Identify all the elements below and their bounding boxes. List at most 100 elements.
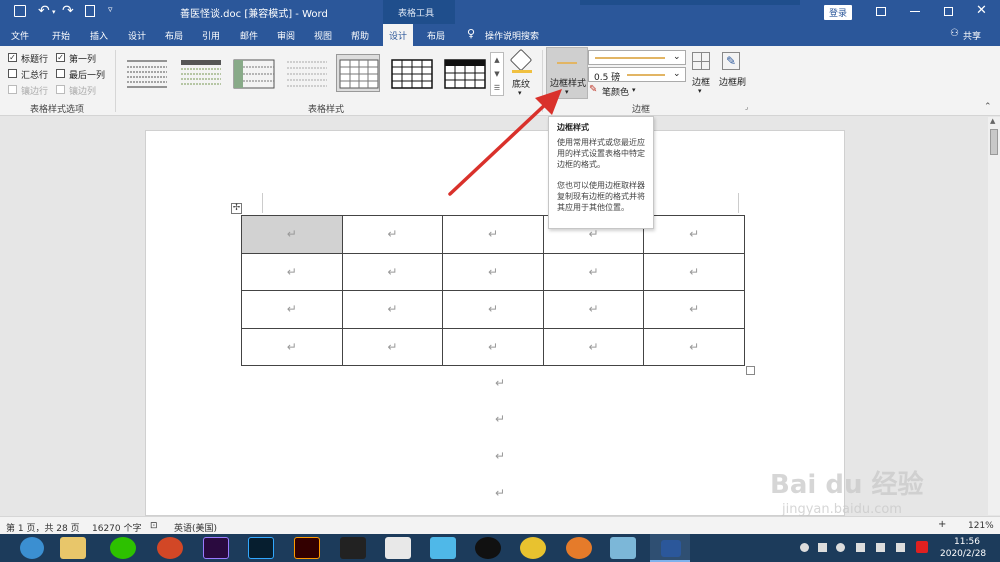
zoom-in-icon[interactable]: +	[938, 519, 946, 530]
first-column-checkbox[interactable]: ✓	[56, 53, 65, 62]
restore-icon[interactable]	[944, 7, 953, 16]
table-cell[interactable]: ↵	[542, 290, 645, 329]
table-style-thumb-6[interactable]	[389, 54, 433, 92]
title-search-box[interactable]	[580, 0, 800, 5]
pen-weight-value: 0.5 磅	[594, 73, 621, 83]
notes-icon[interactable]	[610, 537, 636, 559]
file-explorer-icon[interactable]	[60, 537, 86, 559]
video-editor-icon[interactable]	[340, 537, 366, 559]
banded-columns-checkbox[interactable]	[56, 85, 65, 94]
redo-icon[interactable]: ↷	[62, 3, 74, 19]
tab-design-doc[interactable]: 设计	[128, 29, 146, 42]
table-cell[interactable]: ↵	[442, 252, 544, 291]
tell-me-search[interactable]: 操作说明搜索	[485, 29, 539, 42]
login-button[interactable]: 登录	[824, 5, 853, 20]
table-style-thumb-4[interactable]	[284, 54, 328, 92]
premiere-icon[interactable]	[203, 537, 229, 559]
pen-weight-select[interactable]: 0.5 磅 ⌄	[588, 67, 686, 83]
clock-time[interactable]: 11:56	[954, 537, 980, 547]
tab-home[interactable]: 开始	[52, 29, 70, 42]
table-cell[interactable]: ↵	[542, 252, 645, 291]
ribbon-display-icon[interactable]	[876, 7, 886, 16]
pen-color-button[interactable]: ✎ 笔颜色 ▾	[588, 84, 646, 98]
table-cell[interactable]: ↵	[442, 215, 544, 254]
tray-icon[interactable]	[836, 543, 845, 552]
table-cell[interactable]: ↵	[643, 252, 745, 291]
line-style-select[interactable]: ⌄	[588, 50, 686, 65]
zoom-level[interactable]: 121%	[968, 521, 994, 531]
tab-file[interactable]: 文件	[11, 29, 29, 42]
sogou-ime-icon[interactable]	[916, 541, 928, 553]
table-cell[interactable]: ↵	[341, 252, 444, 291]
table-cell[interactable]: ↵	[241, 290, 343, 329]
language-indicator[interactable]: 英语(美国)	[174, 521, 217, 534]
table-style-thumb-3[interactable]	[231, 54, 275, 92]
word-table[interactable]: ↵ ↵ ↵ ↵ ↵ ↵ ↵ ↵ ↵ ↵ ↵ ↵ ↵ ↵ ↵ ↵ ↵ ↵ ↵ ↵	[241, 215, 745, 366]
proofing-icon[interactable]: ⊡	[150, 521, 158, 531]
tab-insert[interactable]: 插入	[90, 29, 108, 42]
page-count[interactable]: 第 1 页，共 28 页	[6, 521, 80, 534]
scroll-thumb[interactable]	[990, 129, 998, 155]
table-cell[interactable]: ↵	[241, 252, 343, 291]
photoshop-icon[interactable]	[248, 537, 274, 559]
share-button[interactable]: 共享	[963, 29, 981, 42]
header-row-checkbox[interactable]: ✓	[8, 53, 17, 62]
vertical-scrollbar[interactable]: ▲	[988, 117, 1000, 515]
table-cell[interactable]: ↵	[341, 290, 444, 329]
table-resize-handle[interactable]	[746, 366, 755, 375]
browser-icon[interactable]	[566, 537, 592, 559]
start-icon[interactable]	[20, 537, 44, 559]
borders-button[interactable]: 边框 ▾	[690, 50, 714, 96]
network-icon[interactable]	[856, 543, 865, 552]
border-painter-button[interactable]: ✎ 边框刷	[718, 50, 748, 96]
close-icon[interactable]: ✕	[976, 3, 987, 18]
app-icon-red-green[interactable]	[385, 537, 411, 559]
undo-dropdown-icon[interactable]: ▾	[52, 8, 56, 16]
table-cell[interactable]: ↵	[643, 327, 745, 366]
table-style-thumb-2[interactable]	[178, 54, 222, 92]
tab-mailings[interactable]: 邮件	[240, 29, 258, 42]
app-icon-blue[interactable]	[430, 537, 456, 559]
save-icon[interactable]	[14, 5, 26, 17]
table-cell[interactable]: ↵	[643, 215, 745, 254]
tray-icon[interactable]	[800, 543, 809, 552]
table-cell[interactable]: ↵	[241, 215, 343, 254]
last-column-checkbox[interactable]	[56, 69, 65, 78]
chrome-icon[interactable]	[520, 537, 546, 559]
battery-icon[interactable]	[896, 543, 905, 552]
table-cell[interactable]: ↵	[241, 327, 343, 366]
banded-rows-checkbox[interactable]	[8, 85, 17, 94]
table-style-thumb-5-selected[interactable]	[336, 54, 380, 92]
wechat-icon[interactable]	[110, 537, 136, 559]
tab-help[interactable]: 帮助	[351, 29, 369, 42]
table-cell[interactable]: ↵	[643, 290, 745, 329]
tray-icon[interactable]	[818, 543, 827, 552]
collapse-ribbon-icon[interactable]: ⌃	[984, 102, 992, 112]
tab-table-design[interactable]: 设计	[383, 24, 414, 46]
word-count[interactable]: 16270 个字	[92, 521, 142, 534]
table-cell[interactable]: ↵	[341, 327, 444, 366]
undo-icon[interactable]: ↶	[38, 3, 50, 19]
qq-icon[interactable]	[475, 537, 501, 559]
table-move-handle-icon[interactable]: ✢	[231, 203, 242, 214]
tab-view[interactable]: 视图	[314, 29, 332, 42]
dialog-launcher-icon[interactable]: ⌟	[745, 103, 748, 111]
table-style-thumb-1[interactable]	[124, 54, 168, 92]
tab-references[interactable]: 引用	[202, 29, 220, 42]
customize-quick-access-icon[interactable]: ▿	[108, 5, 113, 15]
table-cell[interactable]: ↵	[341, 215, 444, 254]
tab-table-layout[interactable]: 布局	[427, 29, 445, 42]
table-cell[interactable]: ↵	[442, 290, 544, 329]
volume-icon[interactable]	[876, 543, 885, 552]
scroll-up-icon[interactable]: ▲	[990, 117, 995, 125]
minimize-icon[interactable]	[910, 11, 920, 12]
new-document-icon[interactable]	[85, 5, 95, 17]
tab-review[interactable]: 审阅	[277, 29, 295, 42]
table-cell[interactable]: ↵	[542, 327, 645, 366]
tab-layout-doc[interactable]: 布局	[165, 29, 183, 42]
powerpoint-icon[interactable]	[157, 537, 183, 559]
total-row-checkbox[interactable]	[8, 69, 17, 78]
table-cell[interactable]: ↵	[442, 327, 544, 366]
clock-date[interactable]: 2020/2/28	[940, 549, 986, 559]
illustrator-icon[interactable]	[294, 537, 320, 559]
